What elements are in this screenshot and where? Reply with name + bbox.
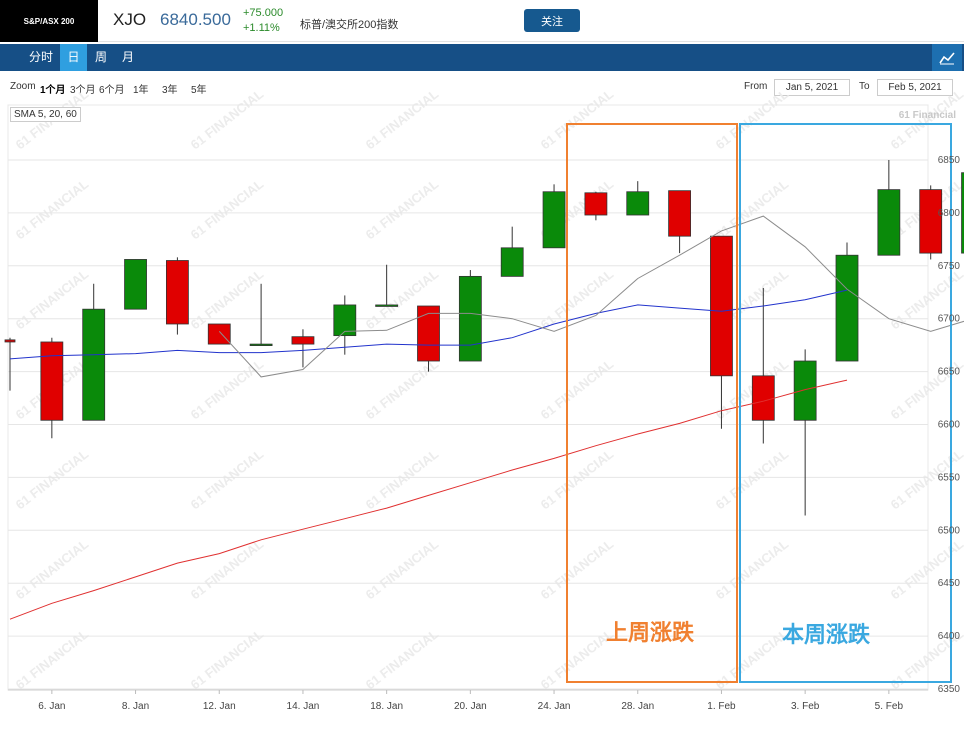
watermark-text: 61 FINANCIAL <box>13 176 92 242</box>
watermark-text: 61 FINANCIAL <box>363 536 442 602</box>
watermark-text: 61 FINANCIAL <box>188 536 267 602</box>
x-tick-label: 20. Jan <box>454 701 487 712</box>
x-tick-label: 5. Feb <box>875 701 904 712</box>
candle-body <box>165 260 189 325</box>
watermark-text: 61 FINANCIAL <box>538 86 617 152</box>
watermark-text: 61 FINANCIAL <box>188 446 267 512</box>
watermark-text: 61 FINANCIAL <box>538 446 617 512</box>
y-tick-label: 6750 <box>938 261 961 272</box>
y-tick-label: 6600 <box>938 420 961 431</box>
watermark-text: 61 FINANCIAL <box>188 176 267 242</box>
x-tick-label: 6. Jan <box>38 701 65 712</box>
candle-body <box>4 339 16 343</box>
watermark-text: 61 FINANCIAL <box>888 536 964 602</box>
candlestick-chart: 61 FINANCIAL 61 FINANCIAL 61 FINANCIAL 61 F… <box>4 86 964 712</box>
watermark-text: 61 FINANCIAL <box>363 176 442 242</box>
candle-body <box>500 247 524 277</box>
y-tick-label: 6550 <box>938 472 961 483</box>
candle-body <box>668 190 691 237</box>
candle-body <box>207 323 231 345</box>
candle-body <box>375 304 399 307</box>
watermark-text: 61 FINANCIAL <box>538 356 617 422</box>
watermark-text: 61 FINANCIAL <box>363 356 442 422</box>
x-tick-label: 8. Jan <box>122 701 149 712</box>
plot-frame <box>7 104 929 691</box>
last-week-label: 上周涨跌 <box>606 621 695 646</box>
x-tick-label: 12. Jan <box>203 701 236 712</box>
watermark-layer: 61 FINANCIAL 61 FINANCIAL 61 FINANCIAL 61 F… <box>13 86 964 692</box>
candle-body <box>793 360 817 421</box>
watermark-text: 61 FINANCIAL <box>13 266 92 332</box>
x-tick-label: 3. Feb <box>791 701 820 712</box>
watermark-text: 61 FINANCIAL <box>13 536 92 602</box>
x-tick-label: 14. Jan <box>287 701 320 712</box>
candle-body <box>835 254 859 362</box>
candle-body <box>919 189 943 254</box>
x-tick-label: 1. Feb <box>707 701 736 712</box>
watermark-text: 61 FINANCIAL <box>188 356 267 422</box>
candle-body <box>626 191 650 216</box>
candle-body <box>124 259 147 310</box>
x-tick-label: 28. Jan <box>621 701 654 712</box>
candle-body <box>458 275 482 362</box>
candle-body <box>710 235 733 377</box>
y-tick-label: 6400 <box>938 631 961 642</box>
x-tick-label: 18. Jan <box>370 701 403 712</box>
y-tick-label: 6500 <box>938 525 961 536</box>
y-tick-label: 6800 <box>938 208 961 219</box>
candle-body <box>249 343 273 346</box>
watermark-text: 61 FINANCIAL <box>363 446 442 512</box>
watermark-text: 61 FINANCIAL <box>713 86 792 152</box>
x-tick-label: 24. Jan <box>538 701 571 712</box>
grid-lines <box>7 104 929 691</box>
y-tick-label: 6850 <box>938 155 961 166</box>
candle-body <box>584 192 608 216</box>
watermark-text: 61 FINANCIAL <box>713 446 792 512</box>
watermark-text: 61 FINANCIAL <box>188 266 267 332</box>
sma-legend[interactable]: SMA 5, 20, 60 <box>10 107 81 122</box>
candle-body <box>417 305 440 362</box>
watermark-text: 61 FINANCIAL <box>188 86 267 152</box>
candle-body <box>291 336 315 345</box>
watermark-text: 61 FINANCIAL <box>538 536 617 602</box>
watermark-text: 61 FINANCIAL <box>713 536 792 602</box>
watermark-text: 61 FINANCIAL <box>13 446 92 512</box>
y-tick-label: 6350 <box>938 684 961 695</box>
brand-label: 61 Financial <box>898 110 956 121</box>
candle-body <box>82 308 106 421</box>
this-week-label: 本周涨跌 <box>782 623 871 648</box>
x-axis: 6. Jan 8. Jan 12. Jan 14. Jan 18. Jan 20. Jan… <box>8 689 928 712</box>
sma-lines <box>9 215 964 620</box>
y-tick-label: 6450 <box>938 578 961 589</box>
y-tick-label: 6700 <box>938 314 961 325</box>
y-tick-label: 6650 <box>938 367 961 378</box>
candle-body <box>751 375 775 421</box>
candle-body <box>40 341 64 421</box>
watermark-text: 61 FINANCIAL <box>363 86 442 152</box>
candle-body <box>542 191 566 249</box>
watermark-text: 61 FINANCIAL <box>713 176 792 242</box>
candle-body <box>877 189 901 256</box>
